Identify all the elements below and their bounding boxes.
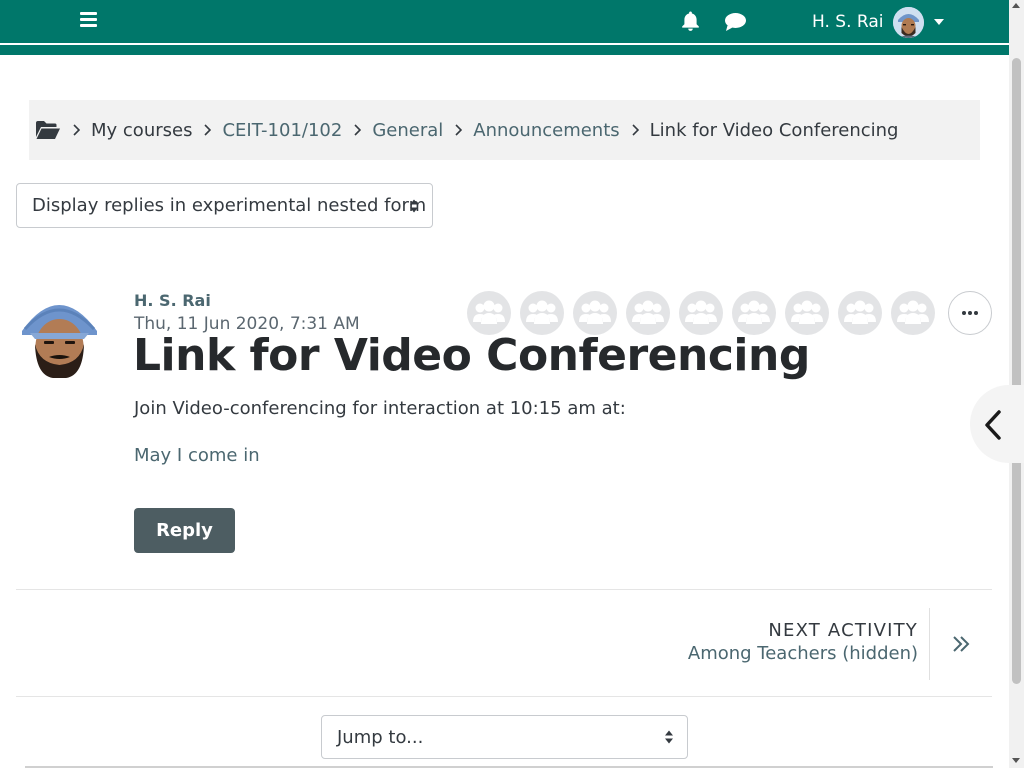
breadcrumb: My courses CEIT-101/102 General Announce… <box>29 100 980 160</box>
post-title: Link for Video Conferencing <box>133 330 810 381</box>
group-icon[interactable] <box>679 291 723 335</box>
top-navbar: H. S. Rai <box>0 0 1009 43</box>
chevron-down-icon <box>934 19 945 25</box>
post-link[interactable]: May I come in <box>134 445 260 466</box>
breadcrumb-course[interactable]: CEIT-101/102 <box>222 120 342 141</box>
next-activity-name[interactable]: Among Teachers (hidden) <box>688 643 918 664</box>
chevron-right-icon <box>354 124 362 136</box>
folder-open-icon[interactable] <box>35 120 61 140</box>
scroll-up-arrow-icon[interactable] <box>1012 3 1020 8</box>
author-avatar[interactable] <box>22 291 97 378</box>
post-author[interactable]: H. S. Rai <box>134 291 211 310</box>
divider <box>16 589 992 590</box>
menu-icon[interactable] <box>80 12 97 28</box>
select-arrows-icon <box>410 199 418 212</box>
group-icon[interactable] <box>838 291 882 335</box>
user-name: H. S. Rai <box>812 12 884 32</box>
scrollbar-thumb[interactable] <box>1012 58 1021 684</box>
user-menu[interactable]: H. S. Rai <box>812 5 945 39</box>
navbar-stripe-lower <box>0 45 1009 55</box>
group-icon[interactable] <box>467 291 511 335</box>
select-arrows-icon <box>665 730 673 744</box>
group-icon[interactable] <box>732 291 776 335</box>
group-icon[interactable] <box>520 291 564 335</box>
display-mode-select[interactable]: Display replies in experimental nested f… <box>16 183 433 228</box>
breadcrumb-current: Link for Video Conferencing <box>649 119 899 141</box>
chevron-right-icon <box>455 124 463 136</box>
group-icon[interactable] <box>626 291 670 335</box>
chevron-left-icon <box>985 410 1001 440</box>
bell-icon[interactable] <box>680 10 701 32</box>
breadcrumb-forum[interactable]: Announcements <box>473 120 619 141</box>
chat-icon[interactable] <box>724 12 747 32</box>
more-actions-button[interactable] <box>948 291 992 335</box>
next-activity-divider <box>929 608 930 680</box>
user-avatar <box>893 6 925 38</box>
next-activity-link[interactable]: NEXT ACTIVITY Among Teachers (hidden) <box>688 620 918 664</box>
group-icon[interactable] <box>891 291 935 335</box>
display-mode-value: Display replies in experimental nested f… <box>32 195 427 216</box>
jump-to-value: Jump to... <box>337 726 424 748</box>
chevron-right-icon <box>204 124 212 136</box>
breadcrumb-section[interactable]: General <box>372 120 443 141</box>
post-body: Join Video-conferencing for interaction … <box>134 398 626 419</box>
ellipsis-icon <box>962 311 966 315</box>
reply-button-label: Reply <box>156 520 213 541</box>
next-activity-heading: NEXT ACTIVITY <box>768 620 918 641</box>
jump-to-select[interactable]: Jump to... <box>321 715 688 759</box>
group-icon[interactable] <box>785 291 829 335</box>
group-icon[interactable] <box>573 291 617 335</box>
divider <box>16 696 992 697</box>
drawer-toggle[interactable] <box>970 385 1024 463</box>
chevron-right-icon <box>73 124 80 136</box>
chevron-right-icon <box>632 124 639 136</box>
scroll-down-arrow-icon[interactable] <box>1012 758 1020 763</box>
breadcrumb-my-courses[interactable]: My courses <box>91 120 192 141</box>
reply-button[interactable]: Reply <box>134 508 235 553</box>
double-chevron-right-icon[interactable] <box>951 634 971 654</box>
